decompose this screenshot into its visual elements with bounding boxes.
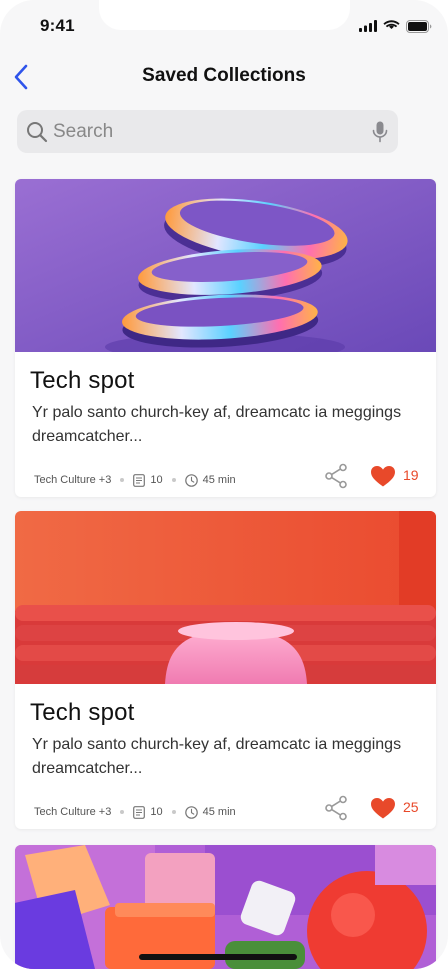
separator-dot (120, 478, 125, 482)
card-image (15, 511, 436, 684)
app-screen: 9:41 Saved Collections Search Tech spot … (0, 0, 448, 969)
share-icon[interactable] (324, 795, 348, 821)
collection-card[interactable]: Tech spot Yr palo santo church-key af, d… (15, 179, 436, 497)
status-time: 9:41 (40, 16, 75, 35)
card-meta: Tech Culture +3 10 45 min (34, 472, 236, 488)
status-icons (359, 18, 432, 34)
card-image (15, 179, 436, 352)
search-input[interactable] (53, 110, 373, 153)
heart-icon[interactable] (370, 465, 396, 487)
collection-card[interactable]: Tech spot Yr palo santo church-key af, d… (15, 511, 436, 829)
item-count: 10 (150, 474, 163, 486)
clock-icon (184, 805, 198, 819)
separator-dot (171, 478, 176, 482)
like-count: 25 (403, 799, 419, 815)
device-notch (99, 0, 350, 30)
card-meta: Tech Culture +3 10 45 min (34, 804, 236, 820)
search-icon (27, 122, 48, 143)
clock-icon (184, 473, 198, 487)
read-duration: 45 min (202, 474, 236, 486)
status-bar: 9:41 (0, 0, 448, 52)
battery-icon (406, 19, 432, 33)
category-label: Tech Culture +3 (34, 474, 112, 486)
wifi-icon (383, 20, 400, 29)
heart-icon[interactable] (370, 797, 396, 819)
card-title: Tech spot (30, 699, 135, 726)
navigation-bar: Saved Collections (0, 52, 448, 102)
item-count: 10 (150, 806, 163, 818)
separator-dot (171, 810, 176, 814)
read-duration: 45 min (202, 806, 236, 818)
document-icon (133, 473, 146, 487)
microphone-icon[interactable] (372, 121, 388, 143)
share-icon[interactable] (324, 463, 348, 489)
signal-icon (359, 20, 377, 32)
card-description: Yr palo santo church-key af, dreamcatc i… (32, 404, 402, 445)
document-icon (133, 805, 146, 819)
collection-card[interactable] (15, 845, 436, 969)
search-bar[interactable] (17, 110, 398, 153)
home-indicator[interactable] (139, 954, 297, 960)
page-title: Saved Collections (142, 65, 306, 86)
like-count: 19 (403, 467, 419, 483)
card-image (15, 845, 436, 969)
card-title: Tech spot (30, 367, 135, 394)
card-description: Yr palo santo church-key af, dreamcatc i… (32, 736, 402, 777)
separator-dot (120, 810, 125, 814)
category-label: Tech Culture +3 (34, 806, 112, 818)
